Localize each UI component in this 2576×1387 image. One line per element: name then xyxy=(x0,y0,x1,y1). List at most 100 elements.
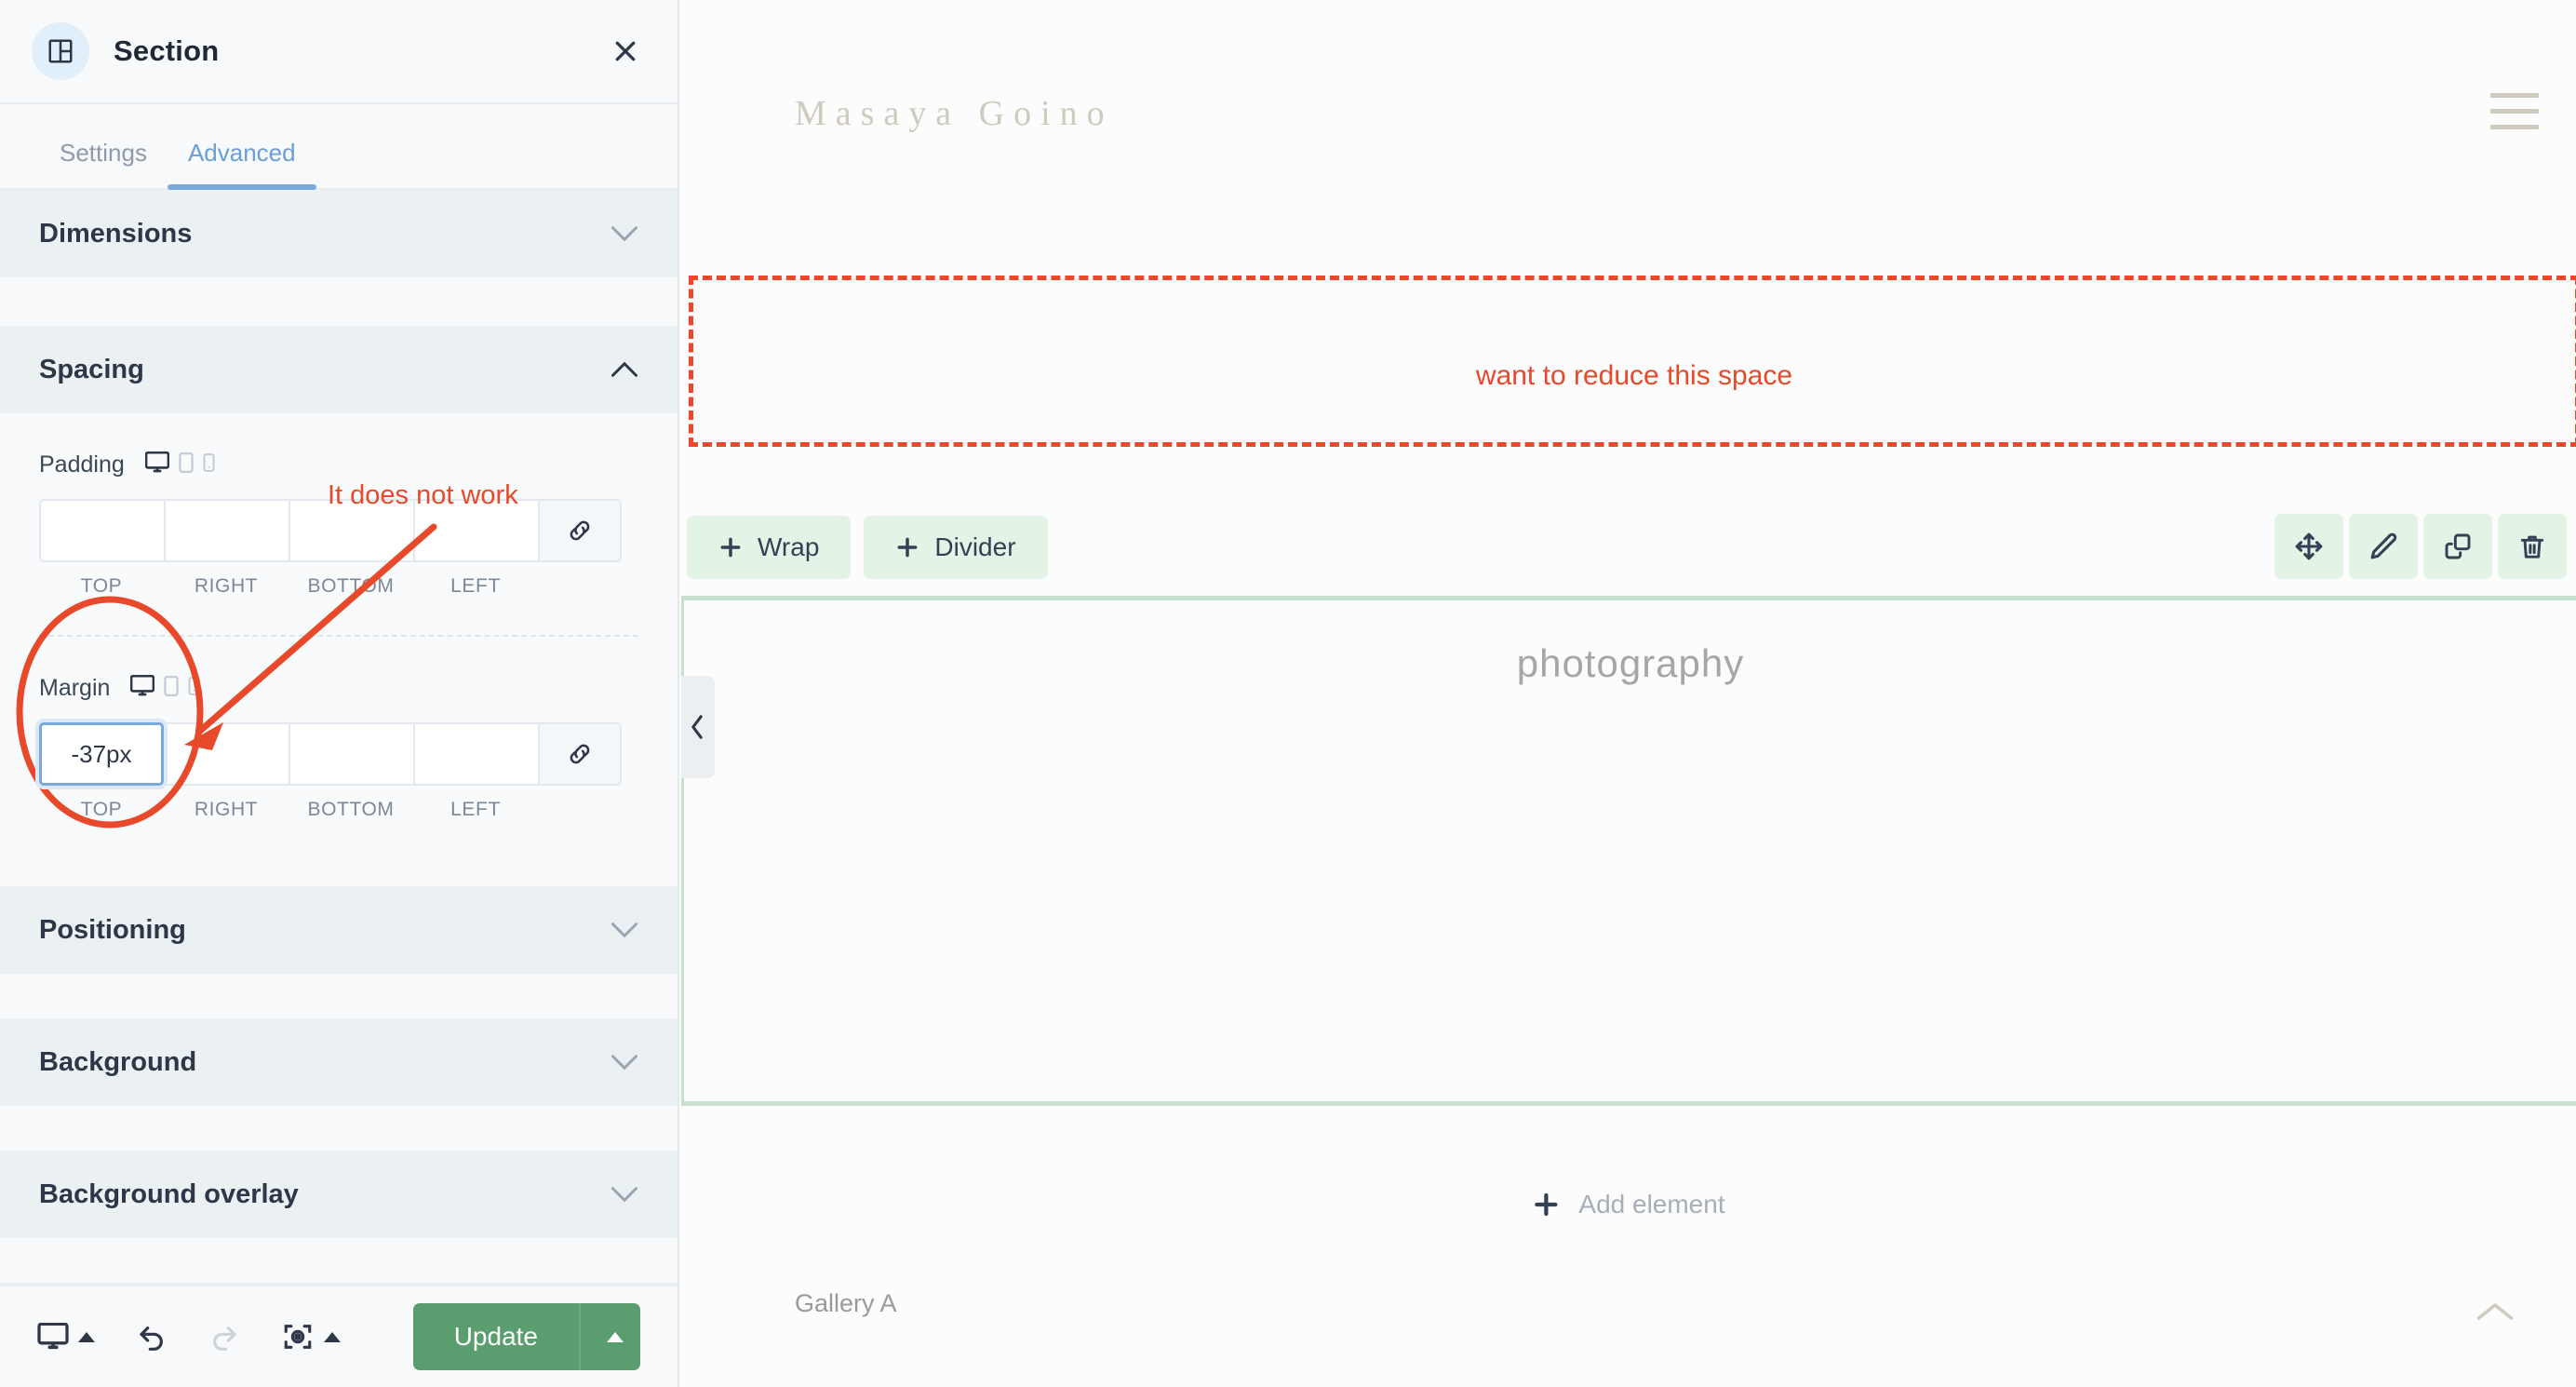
padding-bottom-input[interactable] xyxy=(288,499,413,562)
margin-link-icon[interactable] xyxy=(538,722,622,786)
section-layout-icon xyxy=(32,22,89,80)
add-divider-label: Divider xyxy=(934,532,1016,561)
section-add-buttons: Wrap Divider xyxy=(687,516,1048,579)
trash-icon[interactable] xyxy=(2498,514,2567,579)
add-wrap-label: Wrap xyxy=(758,532,820,561)
margin-top-input[interactable]: -37px xyxy=(39,722,164,786)
desktop-icon[interactable] xyxy=(130,674,155,702)
caption-right: RIGHT xyxy=(194,575,259,597)
accordion-spacer xyxy=(0,1106,678,1151)
caption-left: LEFT xyxy=(450,575,501,597)
tab-settings[interactable]: Settings xyxy=(39,139,168,188)
section-toolbar xyxy=(2274,514,2567,579)
add-wrap-button[interactable]: Wrap xyxy=(687,516,852,579)
spacing-controls: Padding TOP RIGHT BOTTOM LEFT Margin -37… xyxy=(0,413,678,842)
page-title: Section xyxy=(114,34,220,67)
pencil-icon[interactable] xyxy=(2349,514,2418,579)
caption-right: RIGHT xyxy=(194,799,259,820)
accordion-background[interactable]: Background xyxy=(0,1018,678,1106)
margin-bottom-input[interactable] xyxy=(288,722,413,786)
chevron-up-icon[interactable] xyxy=(2475,1301,2515,1326)
accordion-spacing[interactable]: Spacing xyxy=(0,326,678,413)
move-icon[interactable] xyxy=(2274,514,2343,579)
accordion-spacer xyxy=(0,974,678,1018)
accordion-label: Positioning xyxy=(39,914,186,945)
padding-link-icon[interactable] xyxy=(538,499,622,562)
padding-device-switcher xyxy=(144,451,215,478)
tablet-icon[interactable] xyxy=(179,451,194,478)
padding-right-input[interactable] xyxy=(164,499,288,562)
tab-advanced[interactable]: Advanced xyxy=(167,139,316,190)
plus-icon xyxy=(720,537,741,558)
accordion-background-overlay[interactable]: Background overlay xyxy=(0,1151,678,1238)
chevron-down-icon xyxy=(611,1187,637,1203)
undo-icon[interactable] xyxy=(136,1322,169,1352)
desktop-icon[interactable] xyxy=(144,451,169,478)
desktop-icon[interactable] xyxy=(37,1323,95,1351)
redo-icon[interactable] xyxy=(207,1322,240,1352)
annotation-canvas-note: want to reduce this space xyxy=(1475,360,1793,391)
close-icon[interactable] xyxy=(605,31,646,72)
chevron-up-icon xyxy=(611,361,637,377)
padding-label-row: Padding xyxy=(39,445,638,484)
panel-header: Section xyxy=(0,0,678,104)
duplicate-icon[interactable] xyxy=(2423,514,2492,579)
accordion-label: Background xyxy=(39,1046,197,1077)
caption-top: TOP xyxy=(80,799,123,820)
update-button[interactable]: Update xyxy=(412,1303,640,1370)
caption-left: LEFT xyxy=(450,799,501,820)
caption-top: TOP xyxy=(80,575,123,597)
section-heading: photography xyxy=(1516,641,1745,685)
caption-bottom: BOTTOM xyxy=(307,799,395,820)
update-button-label: Update xyxy=(453,1322,538,1351)
caret-up-icon xyxy=(324,1331,341,1342)
chevron-down-icon xyxy=(611,922,637,938)
panel-body: Dimensions Spacing Padding TOP RIGHT BOT… xyxy=(0,190,678,1387)
accordion-spacer xyxy=(0,277,678,326)
add-divider-button[interactable]: Divider xyxy=(864,516,1048,579)
caret-up-icon xyxy=(78,1331,95,1342)
panel-footer: Update xyxy=(0,1285,678,1387)
add-element-button[interactable]: Add element xyxy=(1532,1190,1725,1219)
margin-label-row: Margin xyxy=(39,668,638,707)
site-logo-title: Masaya Goino xyxy=(795,94,1114,133)
padding-inputs xyxy=(39,499,638,562)
padding-label: Padding xyxy=(39,451,125,478)
accordion-positioning[interactable]: Positioning xyxy=(0,886,678,974)
selected-section-outline[interactable]: want to reduce this space xyxy=(689,276,2576,447)
accordion-spacer xyxy=(0,842,678,886)
mobile-icon[interactable] xyxy=(188,676,200,700)
mobile-icon[interactable] xyxy=(203,452,215,477)
chevron-down-icon xyxy=(611,226,637,242)
tablet-icon[interactable] xyxy=(164,675,180,701)
accordion-label: Spacing xyxy=(39,354,144,384)
update-options-button[interactable] xyxy=(579,1303,640,1370)
responsive-preview-icon[interactable] xyxy=(281,1321,341,1353)
padding-top-input[interactable] xyxy=(39,499,164,562)
collapse-panel-button[interactable] xyxy=(681,676,715,778)
plus-icon xyxy=(897,537,918,558)
divider xyxy=(39,635,638,637)
caption-bottom: BOTTOM xyxy=(307,575,395,597)
margin-inputs: -37px xyxy=(39,722,638,786)
accordion-label: Dimensions xyxy=(39,218,193,249)
margin-left-input[interactable] xyxy=(413,722,538,786)
margin-captions: TOP RIGHT BOTTOM LEFT xyxy=(39,799,638,821)
accordion-label: Background overlay xyxy=(39,1178,299,1209)
accordion-dimensions[interactable]: Dimensions xyxy=(0,190,678,277)
chevron-left-icon xyxy=(691,715,703,739)
hamburger-menu-icon[interactable] xyxy=(2490,93,2539,129)
margin-label: Margin xyxy=(39,674,111,701)
editor-root: Section Settings Advanced Dimensions Spa… xyxy=(0,0,2576,1387)
plus-icon xyxy=(1535,1192,1558,1217)
margin-right-input[interactable] xyxy=(164,722,288,786)
page-preview-canvas: Masaya Goino want to reduce this space W… xyxy=(681,0,2576,1387)
padding-left-input[interactable] xyxy=(413,499,538,562)
accordion-spacer xyxy=(0,1238,678,1283)
gallery-label: Gallery A xyxy=(795,1289,897,1317)
padding-captions: TOP RIGHT BOTTOM LEFT xyxy=(39,575,638,598)
panel-tabs: Settings Advanced xyxy=(0,104,678,190)
chevron-down-icon xyxy=(611,1055,637,1071)
hovered-section-outline[interactable]: photography xyxy=(681,596,2576,1106)
settings-panel: Section Settings Advanced Dimensions Spa… xyxy=(0,0,679,1387)
